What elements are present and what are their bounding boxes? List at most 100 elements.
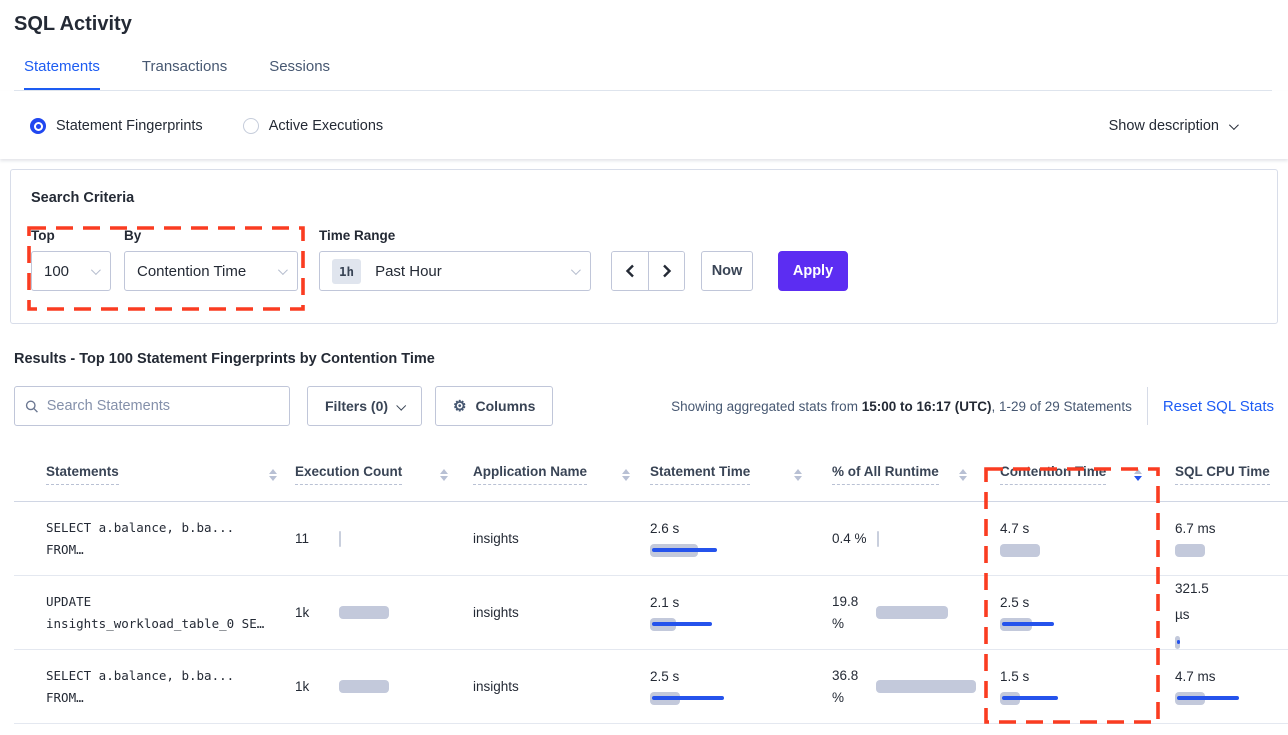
columns-label: Columns [475,398,535,414]
pct-runtime-bar [876,680,971,693]
sort-icon[interactable] [440,469,448,481]
table-row: UPDATEinsights_workload_table_0 SE… 1k i… [14,576,1288,650]
by-select[interactable]: Contention Time [124,251,298,291]
search-criteria-title: Search Criteria [31,190,1257,206]
time-range-select[interactable]: 1h Past Hour [319,251,591,291]
sql-cpu-time-cell: 321.5 µs [1175,576,1288,648]
execution-count-cell: 1k [295,605,452,620]
tab-sessions[interactable]: Sessions [269,58,330,90]
time-range-label: Time Range [319,228,591,243]
showing-stats-text: Showing aggregated stats from 15:00 to 1… [671,399,1132,414]
top-label: Top [31,228,111,243]
apply-button[interactable]: Apply [778,251,848,291]
column-header-sql-cpu-time[interactable]: SQL CPU Time [1175,464,1270,485]
table-row: SELECT a.balance, b.ba...FROM… 11 insigh… [14,502,1288,576]
application-name: insights [473,531,519,546]
search-icon [25,399,39,414]
table-row: SELECT a.balance, b.ba...FROM… 1k insigh… [14,650,1288,724]
radio-unselected-icon[interactable] [243,118,259,134]
sort-icon[interactable] [959,469,967,481]
contention-time-cell: 1.5 s [1000,669,1146,705]
contention-time-cell: 4.7 s [1000,521,1146,557]
application-name: insights [473,605,519,620]
next-interval-button[interactable] [648,252,684,290]
column-header-pct-all-runtime[interactable]: % of All Runtime [832,464,939,485]
sql-cpu-time-bar [1175,692,1285,705]
statement-time-bar [650,544,760,557]
toolbar-divider [1147,387,1148,425]
tab-transactions[interactable]: Transactions [142,58,227,90]
search-statements-input[interactable] [47,398,279,414]
gear-icon: ⚙ [453,399,466,414]
statement-time-bar [650,618,760,631]
columns-button[interactable]: ⚙ Columns [435,386,553,426]
search-criteria-row: Top 100 By Contention Time Time Range 1h… [31,228,1257,291]
filters-button[interactable]: Filters (0) [307,386,422,426]
sql-cpu-time-cell: 6.7 ms [1175,521,1288,557]
sql-cpu-time-bar [1175,636,1285,649]
show-description-label: Show description [1109,118,1219,134]
column-header-statement-time[interactable]: Statement Time [650,464,750,485]
tab-statements[interactable]: Statements [24,58,100,90]
sql-cpu-time-bar [1175,544,1285,557]
now-button[interactable]: Now [701,251,753,291]
sort-icon[interactable] [622,469,630,481]
results-toolbar: Filters (0) ⚙ Columns Showing aggregated… [14,386,1276,426]
top-select[interactable]: 100 [31,251,111,291]
top-select-value: 100 [44,263,69,280]
time-range-badge: 1h [332,259,361,284]
chevron-down-icon [91,265,101,275]
sort-icon[interactable] [794,469,802,481]
column-header-contention-time[interactable]: Contention Time [1000,464,1106,485]
execution-count-bar [339,680,449,693]
chevron-right-icon [662,264,672,278]
radio-selected-icon[interactable] [30,118,46,134]
tab-bar: Statements Transactions Sessions [14,58,1272,91]
view-toggle-band: Statement Fingerprints Active Executions… [0,91,1288,159]
search-statements-box[interactable] [14,386,290,426]
by-select-value: Contention Time [137,263,246,280]
radio-active-executions[interactable]: Active Executions [243,118,383,134]
filters-label: Filters (0) [325,398,388,414]
statement-fingerprint-link[interactable]: SELECT a.balance, b.ba...FROM… [46,665,281,708]
statement-fingerprint-link[interactable]: UPDATEinsights_workload_table_0 SE… [46,591,281,634]
statement-fingerprint-link[interactable]: SELECT a.balance, b.ba...FROM… [46,517,281,560]
radio-label: Active Executions [269,118,383,134]
sort-icon-descending[interactable] [1134,469,1142,481]
column-header-execution-count[interactable]: Execution Count [295,464,402,485]
reset-sql-stats-link[interactable]: Reset SQL Stats [1163,398,1274,415]
sql-cpu-time-cell: 4.7 ms [1175,669,1288,705]
search-criteria-card: Search Criteria Top 100 By Contention Ti… [10,169,1278,324]
previous-interval-button[interactable] [612,252,648,290]
chevron-down-icon [278,265,288,275]
top-field: Top 100 [31,228,111,291]
pct-runtime-cell: 36.8 % [832,665,971,708]
chevron-down-icon [396,400,406,410]
by-field: By Contention Time [124,228,298,291]
pct-runtime-cell: 0.4 % [832,531,971,547]
by-label: By [124,228,298,243]
contention-time-bar [1000,544,1110,557]
page-header: SQL Activity Statements Transactions Ses… [0,0,1288,91]
pct-runtime-cell: 19.8 % [832,591,971,634]
column-header-application-name[interactable]: Application Name [473,464,587,485]
chevron-down-icon [1229,120,1239,130]
application-name: insights [473,679,519,694]
results-heading: Results - Top 100 Statement Fingerprints… [14,351,1272,367]
chevron-left-icon [625,264,635,278]
statement-time-bar [650,692,760,705]
statements-table: Statements Execution Count Application N… [14,450,1288,724]
sort-icon[interactable] [269,469,277,481]
execution-count-cell: 11 [295,531,452,547]
execution-count-cell: 1k [295,679,452,694]
column-header-statements[interactable]: Statements [46,464,119,485]
radio-statement-fingerprints[interactable]: Statement Fingerprints [30,118,203,134]
contention-time-bar [1000,618,1110,631]
radio-label: Statement Fingerprints [56,118,203,134]
chevron-down-icon [571,265,581,275]
pct-runtime-bar [876,606,971,619]
execution-count-bar [339,606,449,619]
contention-time-cell: 2.5 s [1000,595,1146,631]
page-title: SQL Activity [14,13,1272,36]
show-description-toggle[interactable]: Show description [1109,118,1236,134]
